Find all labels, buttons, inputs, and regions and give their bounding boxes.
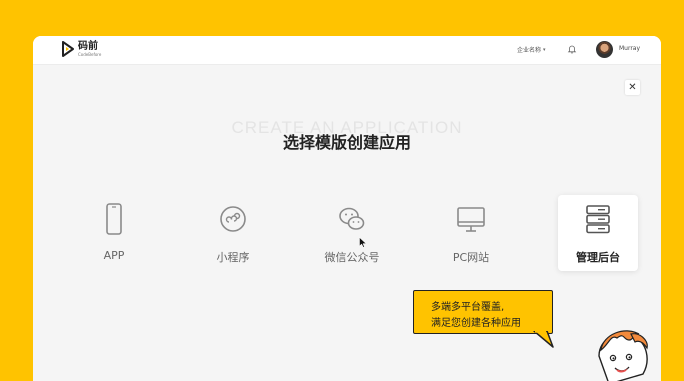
- bell-icon[interactable]: [567, 44, 577, 54]
- template-label: 小程序: [216, 251, 250, 264]
- callout-line-1: 多端多平台覆盖,: [431, 302, 505, 313]
- close-button[interactable]: ✕: [625, 80, 640, 95]
- company-dropdown[interactable]: 企业名称 ▾: [517, 45, 546, 55]
- mouse-cursor-icon: [359, 237, 367, 248]
- page-title: 选择模版创建应用: [282, 133, 411, 152]
- logo-title: 码前: [78, 40, 98, 52]
- app-window: 码前 CodeBefore 企业名称 ▾ Murray ✕ CREATE AN …: [33, 36, 661, 381]
- callout-tail-icon: [533, 331, 554, 348]
- template-pc-website[interactable]: PC网站: [431, 195, 511, 271]
- template-label: PC网站: [452, 251, 490, 264]
- server-icon: [586, 205, 610, 234]
- template-admin-backend[interactable]: 管理后台: [558, 195, 638, 271]
- template-mini-program[interactable]: 小程序: [193, 195, 273, 271]
- mini-program-icon: [220, 206, 246, 232]
- monitor-icon: [457, 207, 485, 232]
- top-header: 码前 CodeBefore 企业名称 ▾ Murray: [33, 36, 661, 65]
- caret-down-icon: ▾: [543, 46, 546, 53]
- close-icon: ✕: [628, 81, 637, 93]
- template-label: 管理后台: [576, 251, 620, 264]
- logo[interactable]: 码前 CodeBefore: [61, 41, 101, 57]
- logo-subtitle: CodeBefore: [78, 51, 102, 57]
- cartoon-character-illustration: [598, 330, 648, 381]
- template-label: 微信公众号: [324, 251, 380, 264]
- template-wechat[interactable]: 微信公众号: [312, 195, 392, 271]
- company-label: 企业名称: [517, 47, 542, 54]
- template-label: APP: [103, 249, 125, 262]
- phone-icon: [106, 203, 122, 235]
- wechat-icon: [339, 207, 365, 230]
- username[interactable]: Murray: [619, 45, 640, 52]
- logo-mark-icon: [62, 41, 74, 57]
- template-app[interactable]: APP: [74, 195, 154, 271]
- callout-line-2: 满足您创建各种应用: [431, 318, 521, 329]
- feature-callout: 多端多平台覆盖, 满足您创建各种应用: [413, 290, 553, 334]
- avatar[interactable]: [596, 41, 613, 58]
